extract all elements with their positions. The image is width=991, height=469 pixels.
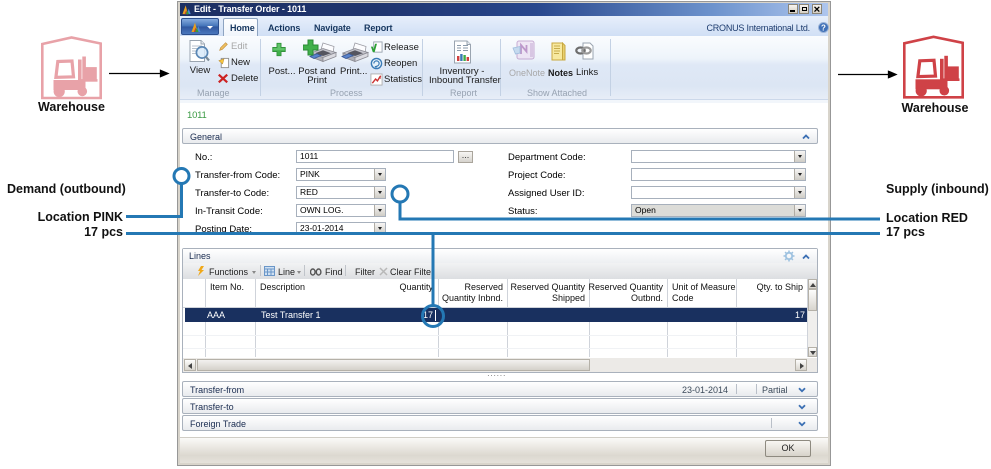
svg-text:?: ?	[821, 24, 826, 33]
